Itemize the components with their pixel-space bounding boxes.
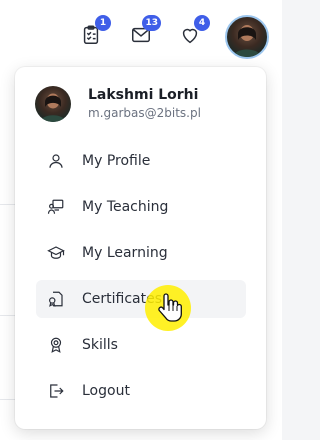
graduation-cap-icon bbox=[47, 246, 65, 259]
tasks-button[interactable]: 1 bbox=[78, 15, 111, 48]
avatar-portrait bbox=[233, 25, 261, 57]
menu-item-my-teaching[interactable]: My Teaching bbox=[36, 188, 246, 226]
favorites-button[interactable]: 4 bbox=[177, 15, 210, 48]
menu-item-label: My Profile bbox=[82, 153, 151, 169]
menu-item-label: My Teaching bbox=[82, 199, 169, 215]
menu-item-my-learning[interactable]: My Learning bbox=[36, 234, 246, 272]
divider bbox=[0, 204, 15, 205]
avatar bbox=[35, 86, 71, 122]
menu-item-logout[interactable]: Logout bbox=[36, 372, 246, 410]
hand-pointer-icon bbox=[158, 293, 182, 322]
menu-item-certificates[interactable]: Certificates bbox=[36, 280, 246, 318]
favorites-badge: 4 bbox=[194, 15, 210, 31]
divider bbox=[0, 399, 15, 400]
user-avatar-button[interactable] bbox=[225, 15, 269, 59]
user-name: Lakshmi Lorhi bbox=[88, 87, 199, 103]
user-email: m.garbas@2bits.pl bbox=[88, 106, 201, 120]
divider bbox=[0, 315, 15, 316]
award-icon bbox=[50, 337, 62, 353]
logout-icon bbox=[50, 384, 64, 398]
teaching-icon bbox=[47, 199, 64, 214]
user-summary: Lakshmi Lorhi m.garbas@2bits.pl bbox=[35, 86, 255, 124]
mail-badge: 13 bbox=[142, 15, 161, 31]
avatar-portrait bbox=[40, 93, 66, 122]
tasks-badge: 1 bbox=[95, 15, 111, 31]
mail-button[interactable]: 13 bbox=[128, 15, 161, 48]
menu-item-skills[interactable]: Skills bbox=[36, 326, 246, 364]
user-menu-dropdown: Lakshmi Lorhi m.garbas@2bits.pl My Profi… bbox=[15, 67, 266, 429]
menu-item-my-profile[interactable]: My Profile bbox=[36, 142, 246, 180]
menu-item-label: Logout bbox=[82, 383, 130, 399]
user-icon bbox=[49, 154, 63, 168]
menu-item-label: My Learning bbox=[82, 245, 168, 261]
certificate-icon bbox=[49, 291, 63, 307]
menu-item-label: Skills bbox=[82, 337, 118, 353]
